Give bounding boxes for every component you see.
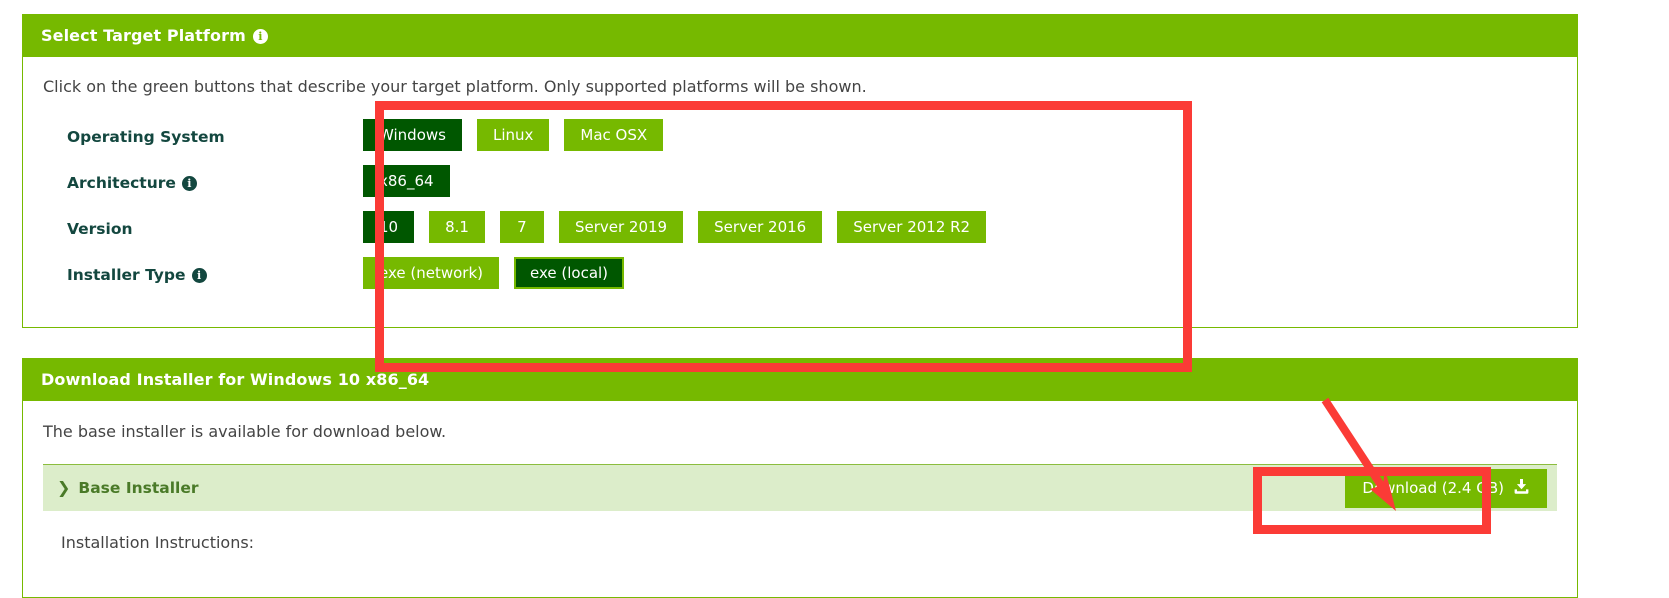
row-version: Version 10 8.1 7 Server 2019 Server 2016…: [23, 207, 1577, 253]
info-icon-architecture[interactable]: i: [181, 175, 197, 191]
download-installer-body: The base installer is available for down…: [23, 401, 1577, 553]
info-icon-installer-type[interactable]: i: [191, 267, 207, 283]
platform-button-version-10[interactable]: 10: [363, 211, 415, 243]
row-label-architecture: Architecture i: [23, 161, 363, 193]
platform-button-server-2012-r2[interactable]: Server 2012 R2: [837, 211, 987, 243]
base-installer-row[interactable]: ❯ Base Installer Download (2.4 GB): [43, 464, 1557, 511]
row-operating-system: Operating System Windows Linux Mac OSX: [23, 115, 1577, 161]
row-label-operating-system: Operating System: [23, 115, 363, 147]
base-installer-title: ❯ Base Installer: [57, 479, 199, 497]
label-text-installer-type: Installer Type: [67, 266, 186, 284]
download-installer-title: Download Installer for Windows 10 x86_64: [41, 370, 430, 389]
platform-intro-text: Click on the green buttons that describe…: [43, 77, 867, 96]
buttons-installer-type: exe (network) exe (local): [363, 253, 625, 289]
platform-selector: Operating System Windows Linux Mac OSX A…: [23, 115, 1577, 299]
download-icon: [1513, 478, 1530, 499]
platform-button-mac-osx[interactable]: Mac OSX: [564, 119, 664, 151]
platform-button-x86-64[interactable]: x86_64: [363, 165, 450, 197]
buttons-version: 10 8.1 7 Server 2019 Server 2016 Server …: [363, 207, 987, 243]
row-architecture: Architecture i x86_64: [23, 161, 1577, 207]
download-button-label: Download (2.4 GB): [1362, 479, 1504, 497]
download-installer-card: Download Installer for Windows 10 x86_64…: [22, 358, 1578, 598]
row-installer-type: Installer Type i exe (network) exe (loca…: [23, 253, 1577, 299]
select-target-platform-body: Click on the green buttons that describe…: [23, 57, 1577, 299]
download-installer-header: Download Installer for Windows 10 x86_64: [23, 359, 1577, 401]
platform-button-windows[interactable]: Windows: [363, 119, 462, 151]
select-target-platform-title: Select Target Platform: [41, 26, 246, 45]
row-label-version: Version: [23, 207, 363, 239]
platform-button-version-81[interactable]: 8.1: [429, 211, 485, 243]
label-text-architecture: Architecture: [67, 174, 176, 192]
select-target-platform-card: Select Target Platform i Click on the gr…: [22, 14, 1578, 328]
label-text-version: Version: [67, 220, 133, 238]
buttons-operating-system: Windows Linux Mac OSX: [363, 115, 664, 151]
download-description: The base installer is available for down…: [43, 422, 447, 441]
select-target-platform-header: Select Target Platform i: [23, 15, 1577, 57]
base-installer-label: Base Installer: [78, 479, 199, 497]
buttons-architecture: x86_64: [363, 161, 450, 197]
platform-button-linux[interactable]: Linux: [476, 119, 550, 151]
platform-button-server-2016[interactable]: Server 2016: [698, 211, 823, 243]
chevron-right-icon[interactable]: ❯: [57, 480, 70, 496]
info-icon[interactable]: i: [252, 28, 268, 44]
platform-button-version-7[interactable]: 7: [499, 211, 544, 243]
platform-button-exe-network[interactable]: exe (network): [363, 257, 499, 289]
row-label-installer-type: Installer Type i: [23, 253, 363, 285]
download-button[interactable]: Download (2.4 GB): [1345, 468, 1547, 508]
platform-button-server-2019[interactable]: Server 2019: [558, 211, 684, 243]
label-text-operating-system: Operating System: [67, 128, 225, 146]
platform-button-exe-local[interactable]: exe (local): [514, 257, 625, 289]
installation-instructions-heading: Installation Instructions:: [61, 533, 255, 552]
